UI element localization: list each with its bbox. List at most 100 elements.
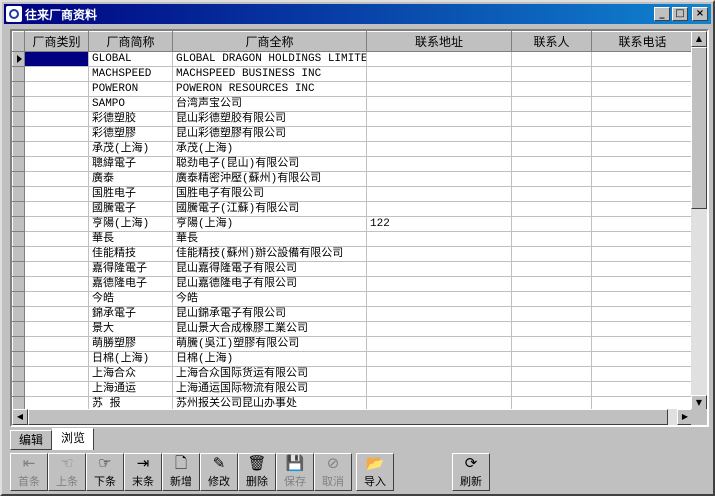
row-indicator[interactable] [12, 156, 25, 172]
table-cell[interactable] [591, 51, 694, 67]
table-cell[interactable] [511, 381, 592, 397]
table-cell[interactable]: 昆山嘉德隆电子有限公司 [172, 276, 367, 292]
table-cell[interactable] [24, 51, 89, 67]
table-cell[interactable] [591, 351, 694, 367]
table-row[interactable]: 今皓 今皓 [12, 291, 694, 307]
table-cell[interactable] [591, 186, 694, 202]
first-record-button[interactable]: ⇤ 首条 [10, 453, 48, 491]
table-cell[interactable] [591, 201, 694, 217]
import-folder-button[interactable]: 📂 导入 [356, 453, 394, 491]
column-header[interactable]: 厂商全称 [172, 31, 367, 52]
table-row[interactable]: 聰緯電子 聪劲电子(昆山)有限公司 [12, 156, 694, 172]
table-cell[interactable] [591, 171, 694, 187]
table-cell[interactable]: 昆山彩德塑膠有限公司 [172, 126, 367, 142]
table-row[interactable]: 景大 昆山景大合成橡膠工業公司 [12, 321, 694, 337]
table-row[interactable]: 佳能精技 佳能精技(蘇州)辦公設備有限公司 [12, 246, 694, 262]
table-cell[interactable] [511, 111, 592, 127]
table-cell[interactable]: 國騰電子(江蘇)有限公司 [172, 201, 367, 217]
table-cell[interactable] [366, 81, 512, 97]
column-header[interactable]: 厂商类别 [24, 31, 89, 52]
row-indicator[interactable] [12, 51, 25, 67]
table-cell[interactable] [24, 276, 89, 292]
table-row[interactable]: 承茂(上海) 承茂(上海) [12, 141, 694, 157]
table-cell[interactable] [591, 336, 694, 352]
table-cell[interactable] [24, 66, 89, 82]
table-cell[interactable]: 亨陽(上海) [88, 216, 173, 232]
table-cell[interactable]: 国胜电子 [88, 186, 173, 202]
table-cell[interactable]: 今皓 [88, 291, 173, 307]
table-cell[interactable] [366, 51, 512, 67]
row-indicator[interactable] [12, 66, 25, 82]
row-indicator[interactable] [12, 246, 25, 262]
table-cell[interactable]: 嘉德隆电子 [88, 276, 173, 292]
save-disk-button[interactable]: 💾 保存 [276, 453, 314, 491]
table-cell[interactable] [366, 156, 512, 172]
table-cell[interactable] [366, 186, 512, 202]
new-document-button[interactable]: 🗋 新增 [162, 453, 200, 491]
column-header[interactable]: 联系电话 [591, 31, 694, 52]
table-cell[interactable]: 昆山嘉得隆電子有限公司 [172, 261, 367, 277]
row-indicator[interactable] [12, 111, 25, 127]
table-row[interactable]: 亨陽(上海) 亨陽(上海) 122 [12, 216, 694, 232]
table-cell[interactable] [24, 216, 89, 232]
table-cell[interactable] [24, 126, 89, 142]
table-cell[interactable]: MACHSPEED BUSINESS INC [172, 66, 367, 82]
column-header[interactable]: 联系人 [511, 31, 592, 52]
table-cell[interactable] [591, 321, 694, 337]
minimize-button[interactable]: _ [654, 7, 670, 21]
table-cell[interactable]: GLOBAL [88, 51, 173, 67]
table-cell[interactable]: 聰緯電子 [88, 156, 173, 172]
table-cell[interactable] [511, 246, 592, 262]
row-indicator[interactable] [12, 321, 25, 337]
table-cell[interactable] [366, 171, 512, 187]
table-cell[interactable]: 122 [366, 216, 512, 232]
data-grid[interactable]: 厂商类别 厂商简称 厂商全称 联系地址 联系人 联系电话 GLOBAL GLOBA… [10, 29, 709, 427]
table-cell[interactable] [24, 321, 89, 337]
table-cell[interactable] [24, 366, 89, 382]
row-indicator[interactable] [12, 141, 25, 157]
vertical-scroll-thumb[interactable] [691, 47, 707, 209]
table-cell[interactable] [366, 96, 512, 112]
tab-browse[interactable]: 浏览 [52, 428, 95, 450]
table-cell[interactable] [366, 306, 512, 322]
table-cell[interactable] [511, 306, 592, 322]
table-cell[interactable]: 昆山彩德塑胶有限公司 [172, 111, 367, 127]
table-row[interactable]: SAMPO 台湾声宝公司 [12, 96, 694, 112]
table-row[interactable]: 廣泰 廣泰精密沖壓(蘇州)有限公司 [12, 171, 694, 187]
table-cell[interactable]: 萌騰(吳江)塑膠有限公司 [172, 336, 367, 352]
table-cell[interactable] [511, 51, 592, 67]
table-row[interactable]: 華長 華長 [12, 231, 694, 247]
table-cell[interactable] [511, 66, 592, 82]
table-cell[interactable] [24, 96, 89, 112]
table-row[interactable]: POWERON POWERON RESOURCES INC [12, 81, 694, 97]
last-record-button[interactable]: ⇥ 末条 [124, 453, 162, 491]
trash-button[interactable]: 🗑 删除 [238, 453, 276, 491]
table-cell[interactable] [511, 216, 592, 232]
table-row[interactable]: 国胜电子 国胜电子有限公司 [12, 186, 694, 202]
scroll-up-icon[interactable]: ▲ [691, 31, 707, 47]
table-cell[interactable] [24, 381, 89, 397]
table-cell[interactable] [591, 141, 694, 157]
table-row[interactable]: 彩德塑膠 昆山彩德塑膠有限公司 [12, 126, 694, 142]
table-cell[interactable] [591, 246, 694, 262]
row-indicator[interactable] [12, 381, 25, 397]
table-cell[interactable] [591, 381, 694, 397]
table-cell[interactable] [591, 66, 694, 82]
table-cell[interactable] [24, 186, 89, 202]
table-cell[interactable]: 彩德塑膠 [88, 126, 173, 142]
table-cell[interactable] [366, 351, 512, 367]
table-cell[interactable] [591, 216, 694, 232]
table-cell[interactable] [511, 261, 592, 277]
table-cell[interactable]: 昆山錦承電子有限公司 [172, 306, 367, 322]
table-cell[interactable] [366, 366, 512, 382]
row-indicator[interactable] [12, 306, 25, 322]
vertical-scrollbar[interactable]: ▲ ▼ [691, 31, 707, 411]
row-indicator[interactable] [12, 276, 25, 292]
table-cell[interactable]: 今皓 [172, 291, 367, 307]
table-cell[interactable]: SAMPO [88, 96, 173, 112]
cancel-button[interactable]: ⊘ 取消 [314, 453, 352, 491]
table-cell[interactable]: 上海合众 [88, 366, 173, 382]
table-cell[interactable] [366, 381, 512, 397]
table-cell[interactable]: GLOBAL DRAGON HOLDINGS LIMITED [172, 51, 367, 67]
table-cell[interactable]: 佳能精技 [88, 246, 173, 262]
